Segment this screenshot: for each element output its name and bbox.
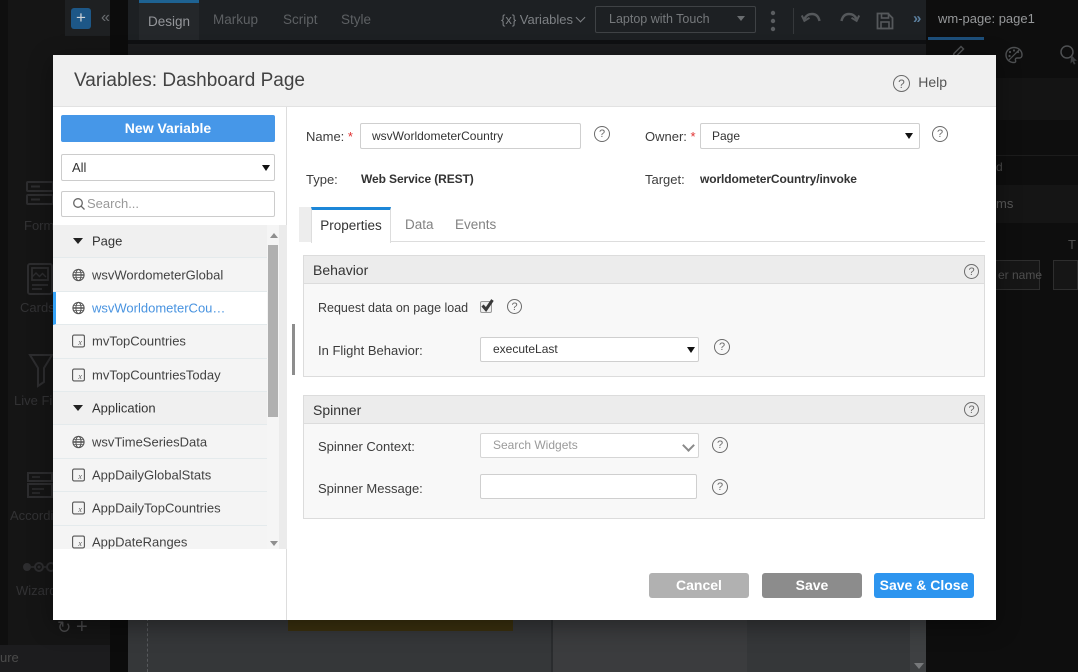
svg-text:x: x <box>77 472 82 481</box>
svg-text:x: x <box>77 505 82 514</box>
svg-text:x: x <box>77 338 82 347</box>
svg-text:x: x <box>77 539 82 548</box>
svg-text:x: x <box>77 372 82 381</box>
